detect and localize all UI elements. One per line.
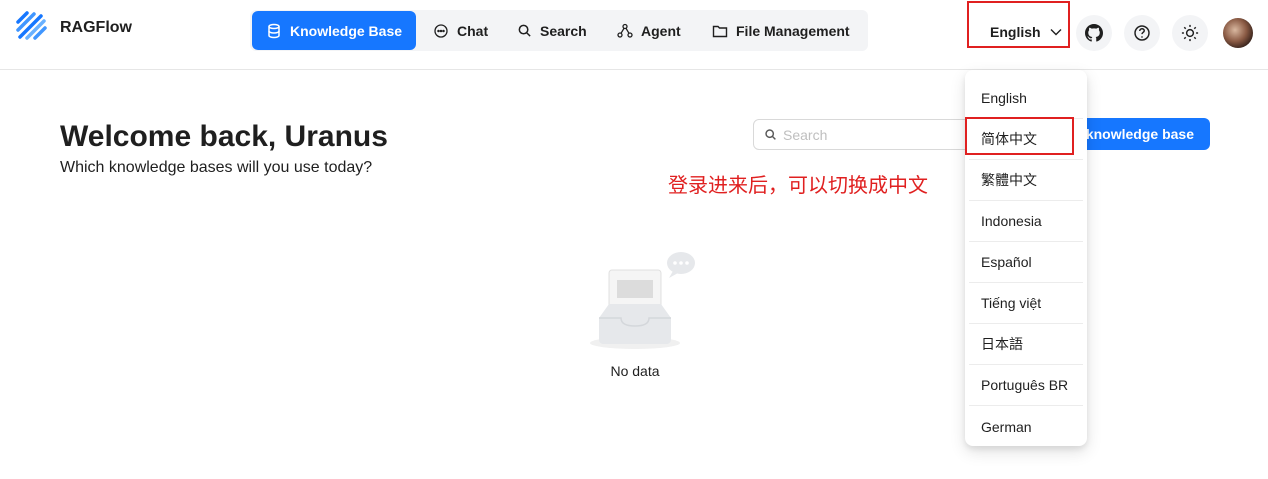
nav-agent-label: Agent xyxy=(641,22,681,39)
agent-graph-icon xyxy=(617,23,633,38)
nav-chat[interactable]: Chat xyxy=(433,11,488,50)
database-icon xyxy=(268,23,280,38)
search-icon xyxy=(518,24,531,37)
theme-sun-icon xyxy=(1181,24,1199,42)
empty-state-text: No data xyxy=(610,363,660,379)
help-icon xyxy=(1134,25,1150,41)
nav-file-management-label: File Management xyxy=(736,22,850,39)
language-selector-highlight xyxy=(967,1,1070,48)
github-button[interactable] xyxy=(1076,15,1112,51)
search-icon xyxy=(765,129,776,140)
ragflow-logo-icon xyxy=(16,11,47,40)
nav-chat-label: Chat xyxy=(457,22,489,39)
language-option-espanol[interactable]: Español xyxy=(969,242,1083,283)
language-option-portuguese-br[interactable]: Português BR xyxy=(969,365,1083,406)
search-input[interactable] xyxy=(783,126,963,143)
github-icon xyxy=(1085,24,1103,42)
language-option-german[interactable]: German xyxy=(969,406,1083,447)
nav-search-label: Search xyxy=(540,22,587,39)
language-option-japanese[interactable]: 日本語 xyxy=(969,324,1083,365)
app-name: RAGFlow xyxy=(60,19,132,36)
nav-agent[interactable]: Agent xyxy=(617,11,681,50)
language-option-vietnamese[interactable]: Tiếng việt xyxy=(969,283,1083,324)
language-option-english[interactable]: English xyxy=(969,78,1083,119)
theme-toggle-button[interactable] xyxy=(1172,15,1208,51)
annotation-text: 登录进来后，可以切换成中文 xyxy=(668,173,928,197)
page-subtitle: Which knowledge bases will you use today… xyxy=(60,159,373,176)
chinese-option-highlight xyxy=(965,117,1074,155)
page-title: Welcome back, Uranus xyxy=(60,120,388,153)
nav-search[interactable]: Search xyxy=(517,11,587,50)
nav-knowledge-base[interactable]: Knowledge Base xyxy=(252,11,417,50)
help-button[interactable] xyxy=(1124,15,1160,51)
top-header: RAGFlow Knowledge Base Chat Search Agent… xyxy=(0,0,1268,70)
nav-file-management[interactable]: File Management xyxy=(712,11,850,50)
knowledge-base-search[interactable] xyxy=(753,119,973,150)
folder-icon xyxy=(712,25,728,37)
main-nav: Knowledge Base Chat Search Agent File Ma… xyxy=(250,10,868,51)
language-option-indonesia[interactable]: Indonesia xyxy=(969,201,1083,242)
user-avatar[interactable] xyxy=(1223,18,1253,48)
chat-bubble-icon xyxy=(434,23,448,38)
nav-knowledge-base-label: Knowledge Base xyxy=(290,22,403,39)
empty-inbox-icon xyxy=(590,252,695,349)
language-option-traditional-chinese[interactable]: 繁體中文 xyxy=(969,160,1083,201)
